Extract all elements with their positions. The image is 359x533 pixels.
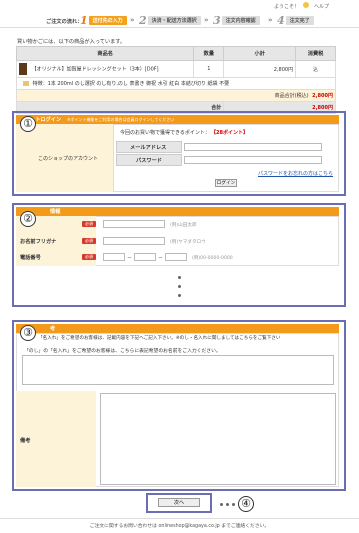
remarks-label: 備考 xyxy=(20,438,31,444)
step-label: 送付先の入力 xyxy=(88,16,127,25)
steps-label: ご注文の流れ： xyxy=(46,19,83,25)
required-badge: 必須 xyxy=(82,238,96,244)
ellipsis-dot xyxy=(178,294,181,297)
col-subtotal: 小計 xyxy=(223,46,297,61)
chevron-right-icon: » xyxy=(268,16,273,24)
step-label: 注文内容確認 xyxy=(221,16,260,25)
note-header: 考 xyxy=(16,324,339,333)
phone-field-3[interactable] xyxy=(165,253,187,261)
step-number: 4 xyxy=(277,14,285,27)
points-text: 今回のお買い物で獲得できるポイント： xyxy=(120,130,210,136)
phone-separator: － xyxy=(158,255,164,261)
annotation-2: ② xyxy=(20,211,36,227)
login-button[interactable]: ログイン xyxy=(215,179,237,187)
phone-field-2[interactable] xyxy=(134,253,156,261)
name-hint: (例)山田太郎 xyxy=(170,223,197,228)
chevron-right-icon: » xyxy=(130,16,135,24)
note-line-2: 「のし」の「名入れ」をご希望のお客様は、こちらに表記希望のお名前をご入力ください… xyxy=(24,349,221,354)
ellipsis-dot xyxy=(178,276,181,279)
email-field[interactable] xyxy=(184,143,322,151)
login-header: ットログイン ※ポイント機能をご利用の場合は会員ログインしてください xyxy=(16,115,339,124)
total-incl-value: 2,800円 xyxy=(312,93,333,99)
product-tax: 込 xyxy=(295,60,336,78)
step-2: 2 決済・配送方法選択 xyxy=(139,14,201,27)
chevron-right-icon: » xyxy=(204,16,209,24)
footer-divider xyxy=(0,518,359,519)
ellipsis-dot xyxy=(232,503,235,506)
email-label: メールアドレス xyxy=(130,145,167,151)
step-4: 4 注文完了 xyxy=(277,14,314,27)
product-name[interactable]: 【オリジナル】加賀屋ドレッシングセット（3本）[D0F] xyxy=(32,67,159,73)
password-field[interactable] xyxy=(184,156,322,164)
note-line-1: 「名入れ」をご希望のお客様は、記載内容を下記へご記入下さい。※のし・名入れに関し… xyxy=(38,336,281,341)
required-badge: 必須 xyxy=(82,221,96,227)
remarks-textarea[interactable] xyxy=(100,393,336,485)
name-insert-textarea[interactable] xyxy=(22,355,334,385)
welcome-text: ようこそ！ xyxy=(273,4,299,10)
product-qty: 1 xyxy=(193,60,225,78)
address-title: 情報 xyxy=(50,209,61,215)
password-label: パスワード xyxy=(136,158,162,164)
col-product: 商品名 xyxy=(15,46,195,61)
step-label: 注文完了 xyxy=(285,16,314,25)
login-note: ※ポイント機能をご利用の場合は会員ログインしてください xyxy=(67,116,175,122)
annotation-3: ③ xyxy=(20,325,36,341)
step-3: 3 注文内容確認 xyxy=(213,14,260,27)
step-number: 2 xyxy=(139,14,147,27)
step-number: 1 xyxy=(80,14,88,27)
address-header: 情報 xyxy=(16,207,339,216)
note-title: 考 xyxy=(50,326,56,332)
points-value: 【28ポイント】 xyxy=(211,130,248,136)
total-incl-label: 商品合計(税込) xyxy=(274,93,309,99)
table-row: 特徴：1本 200ml のし選択 のし有り,のし 表書き 御祝 水引 紅白 本結… xyxy=(16,77,336,90)
product-subtotal: 2,800円 xyxy=(223,60,297,78)
ribbon-icon xyxy=(23,81,29,86)
shop-account-label: このショップのアカウント xyxy=(38,156,99,162)
phone-label: 電話番号 xyxy=(20,255,41,261)
annotation-1: ① xyxy=(20,116,36,132)
ellipsis-dot xyxy=(226,503,229,506)
product-options: 特徴：1本 200ml のし選択 のし有り,のし 表書き 御祝 水引 紅白 本結… xyxy=(32,81,230,87)
step-number: 3 xyxy=(213,14,221,27)
product-thumbnail xyxy=(19,63,27,75)
phone-hint: (例)00-0000-0000 xyxy=(192,256,233,261)
forgot-password-link[interactable]: パスワードをお忘れの方はこちら xyxy=(258,170,333,177)
help-link[interactable]: ヘルプ xyxy=(314,3,329,10)
required-badge: 必須 xyxy=(82,254,96,260)
ellipsis-dot xyxy=(178,285,181,288)
name-field[interactable] xyxy=(103,220,165,228)
phone-separator: － xyxy=(127,255,133,261)
col-tax: 消費税 xyxy=(295,46,336,61)
kana-field[interactable] xyxy=(103,237,165,245)
cart-table: 商品名 数量 小計 消費税 【オリジナル】加賀屋ドレッシングセット（3本）[D0… xyxy=(15,46,336,114)
table-row: 【オリジナル】加賀屋ドレッシングセット（3本）[D0F] 1 2,800円 込 xyxy=(15,60,336,78)
contact-text: ご注文に関するお問い合わせは onlineshop@kagaya.co.jp ま… xyxy=(89,524,270,529)
kana-label: お名前フリガナ xyxy=(20,239,57,245)
help-icon[interactable] xyxy=(303,2,309,8)
phone-field-1[interactable] xyxy=(103,253,125,261)
kana-hint: (例)ヤマダタロウ xyxy=(170,240,206,245)
step-label: 決済・配送方法選択 xyxy=(147,16,201,25)
cart-intro: 買い物かごには、以下の商品が入っています。 xyxy=(17,39,126,45)
step-1: 1 送付先の入力 xyxy=(80,14,127,27)
annotation-4: ④ xyxy=(238,496,254,512)
col-qty: 数量 xyxy=(193,46,225,61)
ellipsis-dot xyxy=(220,503,223,506)
table-row: 商品合計(税込) 2,800円 xyxy=(16,89,336,102)
next-button[interactable]: 次へ xyxy=(158,498,200,507)
